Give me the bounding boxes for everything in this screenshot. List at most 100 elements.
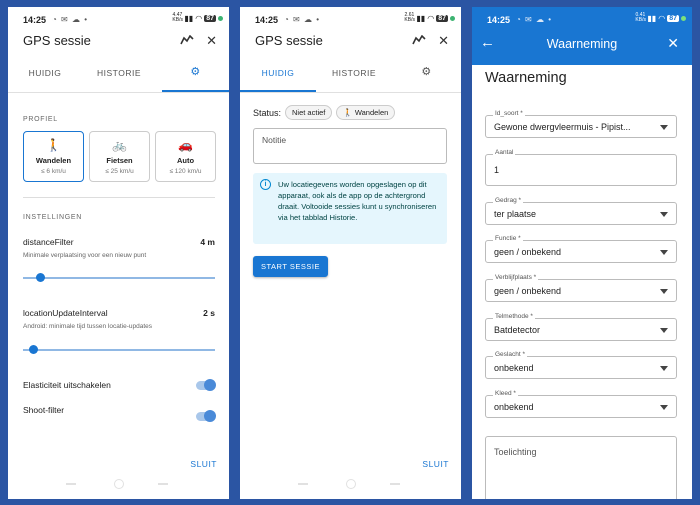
info-text: Uw locatiegevens worden opgeslagen op di… — [278, 180, 437, 222]
field-value: geen / onbekend — [494, 286, 562, 296]
status-dot — [450, 15, 455, 21]
toggle-knob — [204, 379, 216, 391]
tab-huidig[interactable]: HUIDIG — [8, 61, 82, 92]
network-speed: 4.47 KB/s — [172, 12, 183, 23]
app-bar: 14:25 ◔ ✉ ☁ • 0.41 KB/s ▮▮ ◠ 87 ← Waarnem… — [472, 7, 692, 65]
close-icon[interactable]: ✕ — [667, 35, 679, 52]
status-right: 4.47 KB/s ▮▮ ◠ 87 — [172, 13, 223, 23]
battery-icon: 87 — [204, 14, 216, 22]
slider-knob[interactable] — [36, 273, 46, 282]
phone-gps-settings: 14:25 ◔ ✉ ☁ • 4.47 KB/s ▮▮ ◠ 87 GPS sessi… — [8, 7, 229, 499]
field-kleed[interactable]: Kleed * onbekend — [485, 390, 677, 418]
toggle-label-shoot-filter: Shoot-filter — [23, 405, 65, 415]
field-geslacht[interactable]: Geslacht * onbekend — [485, 351, 677, 379]
status-time: 14:25 — [23, 15, 47, 25]
field-value: geen / onbekend — [494, 247, 562, 257]
notification-icons: ◔ ✉ ☁ • — [516, 15, 553, 24]
tab-settings-gear-icon[interactable]: ⚙ — [162, 61, 229, 92]
nav-bar — [240, 479, 461, 493]
network-speed: 0.41 KB/s — [635, 12, 646, 23]
field-value: onbekend — [494, 402, 534, 412]
battery-icon: 87 — [667, 14, 679, 22]
tab-bar: HUIDIG HISTORIE ⚙ — [240, 61, 461, 93]
wifi-icon: ◠ — [427, 13, 435, 23]
field-label: Verblijfplaats * — [493, 274, 539, 281]
field-value: Batdetector — [494, 325, 541, 335]
field-label: Kleed * — [493, 390, 518, 397]
toelichting-input[interactable]: Toelichting — [485, 436, 677, 499]
field-value: onbekend — [494, 363, 534, 373]
field-functie[interactable]: Functie * geen / onbekend — [485, 235, 677, 263]
distance-filter-slider[interactable] — [23, 273, 215, 282]
slider-knob[interactable] — [28, 345, 38, 354]
dropdown-caret-icon — [660, 366, 668, 371]
field-label: Id_soort * — [493, 110, 525, 117]
field-label: Gedrag * — [493, 197, 524, 204]
elasticiteit-toggle[interactable] — [196, 379, 216, 391]
notitie-input[interactable]: Notitie — [253, 128, 447, 164]
field-label: Functie * — [493, 235, 523, 242]
profile-label: Auto — [176, 156, 195, 165]
wifi-icon: ◠ — [195, 13, 203, 23]
dropdown-caret-icon — [660, 125, 668, 130]
network-speed: 2.61 KB/s — [404, 12, 415, 23]
field-verblijfplaats[interactable]: Verblijfplaats * geen / onbekend — [485, 274, 677, 302]
location-interval-slider[interactable] — [23, 345, 215, 354]
divider — [23, 197, 215, 198]
appbar-title: Waarneming — [546, 37, 618, 51]
car-icon: 🚗 — [178, 138, 193, 152]
sluit-button[interactable]: SLUIT — [190, 459, 217, 469]
field-label: Geslacht * — [493, 351, 527, 358]
info-alert: i Uw locatiegevens worden opgeslagen op … — [253, 173, 447, 244]
setting-value: 2 s — [203, 308, 215, 318]
section-profiel: PROFIEL — [23, 116, 58, 123]
phone-waarneming-form: 14:25 ◔ ✉ ☁ • 0.41 KB/s ▮▮ ◠ 87 ← Waarnem… — [472, 7, 692, 499]
tab-settings-gear-icon[interactable]: ⚙ — [392, 61, 461, 92]
wifi-icon: ◠ — [658, 13, 666, 23]
page-title: GPS sessie — [255, 33, 323, 48]
status-chip: Niet actief — [285, 105, 333, 120]
profile-speed: ≤ 25 km/u — [105, 168, 134, 175]
status-right: 2.61 KB/s ▮▮ ◠ 87 — [404, 13, 455, 23]
profile-card-fietsen[interactable]: 🚲 Fietsen ≤ 25 km/u — [89, 131, 150, 182]
shoot-filter-toggle[interactable] — [196, 410, 216, 422]
signal-icon: ▮▮ — [184, 13, 194, 23]
field-label: Aantal — [493, 149, 516, 156]
field-aantal[interactable]: Aantal 1 — [485, 149, 677, 186]
setting-desc: Android: minimale tijd tussen locatie-up… — [23, 323, 152, 330]
battery-icon: 87 — [436, 14, 448, 22]
profile-card-auto[interactable]: 🚗 Auto ≤ 120 km/u — [155, 131, 216, 182]
tab-historie[interactable]: HISTORIE — [82, 61, 156, 92]
close-icon[interactable]: ✕ — [438, 33, 449, 49]
profile-card-wandelen[interactable]: 🚶 Wandelen ≤ 6 km/u — [23, 131, 84, 182]
close-icon[interactable]: ✕ — [206, 33, 217, 49]
nav-bar — [8, 479, 229, 493]
tab-huidig[interactable]: HUIDIG — [240, 61, 316, 92]
field-gedrag[interactable]: Gedrag * ter plaatse — [485, 197, 677, 225]
bike-icon: 🚲 — [112, 138, 127, 152]
toelichting-placeholder: Toelichting — [494, 447, 537, 457]
track-icon[interactable] — [412, 33, 426, 49]
setting-distance-filter: distanceFilter 4 m — [23, 237, 215, 247]
sluit-button[interactable]: SLUIT — [422, 459, 449, 469]
walk-icon: 🚶 — [46, 138, 61, 152]
track-icon[interactable] — [180, 33, 194, 49]
profile-cards: 🚶 Wandelen ≤ 6 km/u 🚲 Fietsen ≤ 25 km/u … — [23, 131, 216, 182]
dropdown-caret-icon — [660, 405, 668, 410]
setting-desc: Minimale verplaatsing voor een nieuw pun… — [23, 252, 147, 259]
field-telmethode[interactable]: Telmethode * Batdetector — [485, 313, 677, 341]
field-value: 1 — [494, 165, 500, 175]
start-session-button[interactable]: START SESSIE — [253, 256, 328, 277]
field-label: Telmethode * — [493, 313, 535, 320]
tab-historie[interactable]: HISTORIE — [316, 61, 392, 92]
title-actions: ✕ — [180, 33, 217, 49]
field-id-soort[interactable]: Id_soort * Gewone dwergvleermuis - Pipis… — [485, 110, 677, 138]
setting-value: 4 m — [200, 237, 215, 247]
walk-icon: 🚶 — [343, 108, 353, 117]
info-icon: i — [260, 179, 271, 190]
status-dot — [218, 15, 223, 21]
profile-speed: ≤ 6 km/u — [41, 168, 66, 175]
phone-gps-current: 14:25 ◔ ✉ ☁ • 2.61 KB/s ▮▮ ◠ 87 GPS sessi… — [240, 7, 461, 499]
signal-icon: ▮▮ — [647, 13, 657, 23]
signal-icon: ▮▮ — [416, 13, 426, 23]
